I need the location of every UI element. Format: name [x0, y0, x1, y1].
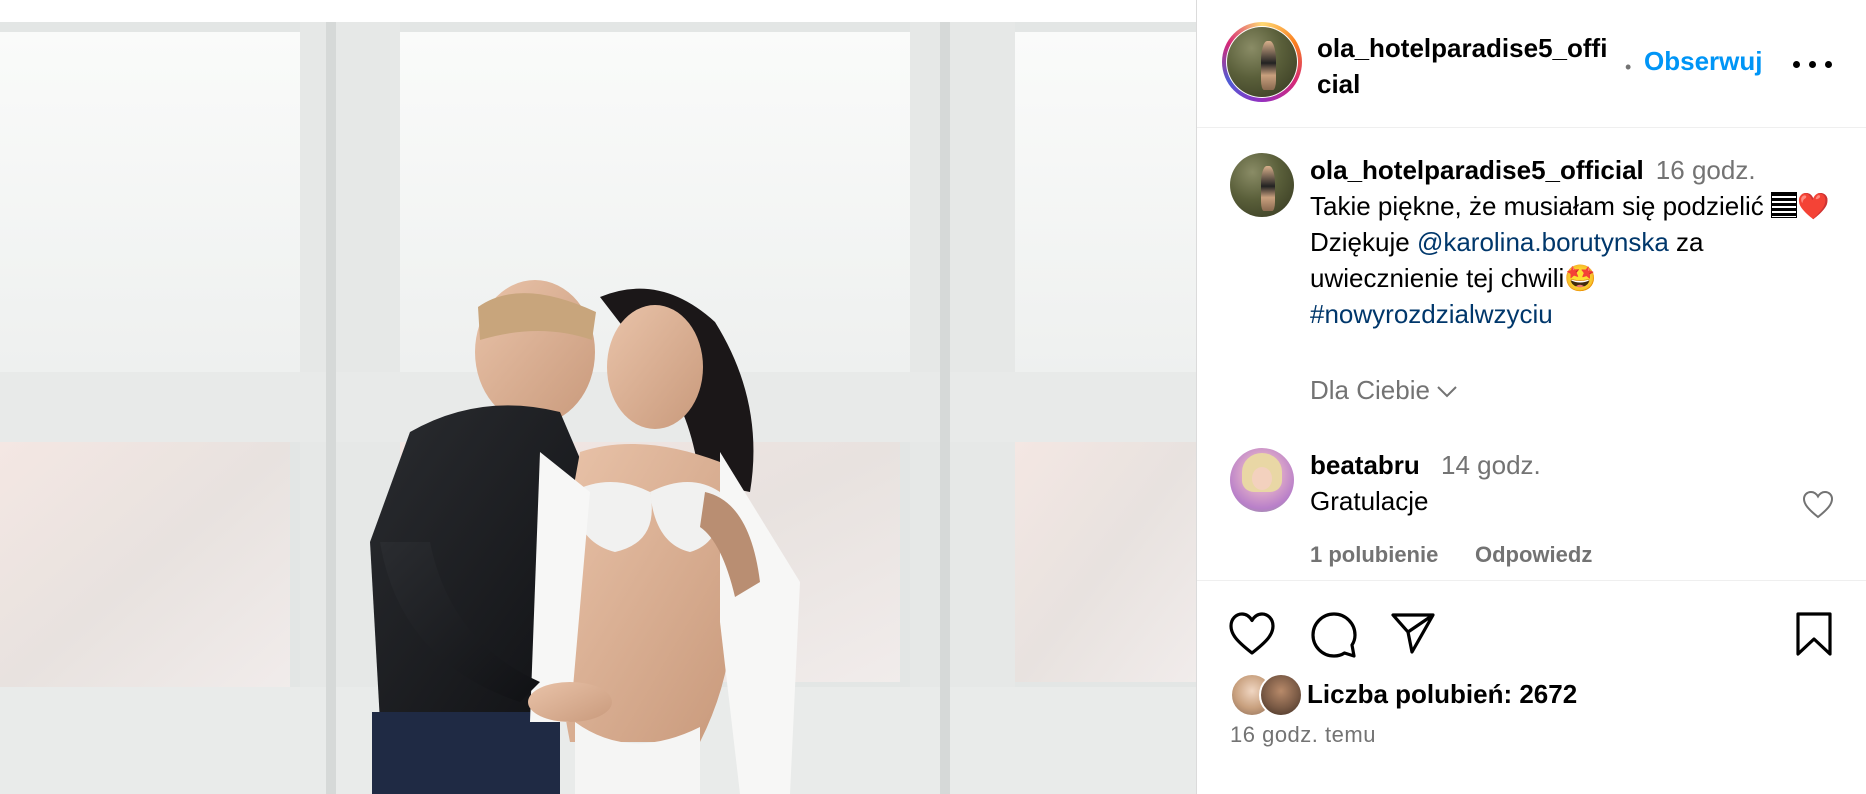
caption-text-2: Dziękuje	[1310, 227, 1417, 257]
heart-emoji: ❤️	[1797, 191, 1830, 221]
author-avatar[interactable]	[1227, 27, 1297, 97]
caption-username[interactable]: ola_hotelparadise5_official	[1310, 155, 1644, 185]
for-you-toggle[interactable]: Dla Ciebie	[1310, 375, 1458, 406]
liker-avatar[interactable]	[1259, 673, 1303, 717]
for-you-label: Dla Ciebie	[1310, 375, 1430, 405]
post-header: ola_hotelparadise5_official • Obserwuj	[1197, 0, 1866, 128]
heart-outline-icon[interactable]	[1228, 611, 1276, 657]
caption-avatar[interactable]	[1230, 153, 1294, 217]
post-photo[interactable]	[0, 22, 1196, 794]
caption-time[interactable]: 16 godz.	[1656, 155, 1756, 185]
post-caption: ola_hotelparadise5_official 16 godz. Taki…	[1310, 152, 1840, 332]
commenter-avatar[interactable]	[1230, 448, 1294, 512]
caption-hashtag[interactable]: #nowyrozdzialwzyciu	[1310, 299, 1553, 329]
paper-plane-icon[interactable]	[1390, 611, 1436, 655]
caption-text-1: Takie piękne, że musiałam się podzielić	[1310, 191, 1764, 221]
header-separator: •	[1625, 57, 1632, 77]
comment-time[interactable]: 14 godz.	[1441, 450, 1541, 481]
comment-reply-button[interactable]: Odpowiedz	[1475, 542, 1592, 568]
likes-count[interactable]: Liczba polubień: 2672	[1307, 679, 1577, 710]
post-timestamp[interactable]: 16 godz. temu	[1230, 722, 1376, 748]
comment-username[interactable]: beatabru	[1310, 450, 1420, 481]
post-photo-panel	[0, 0, 1196, 794]
post-actions: Liczba polubień: 2672 16 godz. temu	[1197, 580, 1866, 794]
caption-mention[interactable]: @karolina.borutynska	[1417, 227, 1669, 257]
star-eyes-emoji: 🤩	[1564, 263, 1597, 293]
equalizer-emoji-icon	[1771, 192, 1798, 218]
comment-bubble-icon[interactable]	[1310, 611, 1358, 659]
comment-likes-count[interactable]: 1 polubienie	[1310, 542, 1438, 568]
bookmark-outline-icon[interactable]	[1794, 611, 1834, 657]
author-username[interactable]: ola_hotelparadise5_official	[1317, 30, 1617, 102]
more-options-icon[interactable]	[1793, 48, 1833, 80]
photo-illustration	[0, 22, 1196, 794]
chevron-down-icon	[1437, 386, 1457, 398]
comment-like-heart-icon[interactable]	[1802, 490, 1834, 520]
comment-text: Gratulacje	[1310, 486, 1429, 516]
follow-button[interactable]: Obserwuj	[1644, 46, 1762, 77]
post-side-panel: ola_hotelparadise5_official • Obserwuj o…	[1196, 0, 1866, 794]
